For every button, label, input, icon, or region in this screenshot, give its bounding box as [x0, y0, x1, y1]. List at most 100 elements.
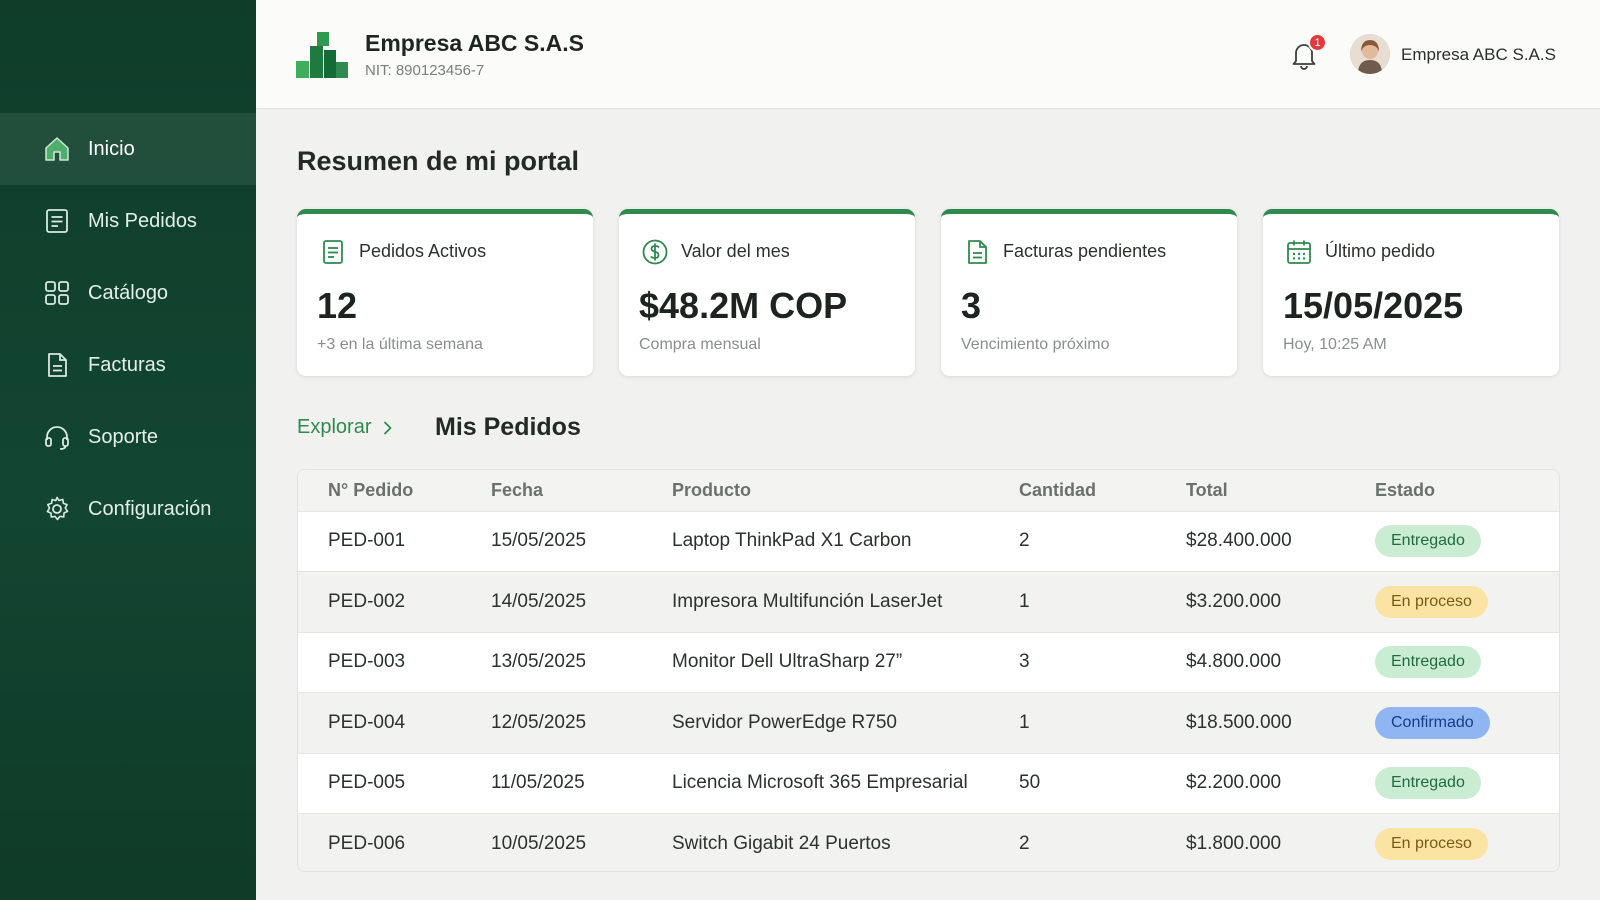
order-id: PED-003: [328, 651, 406, 673]
notification-badge: 1: [1308, 33, 1327, 52]
grid-icon: [43, 279, 71, 307]
order-date: 15/05/2025: [491, 530, 587, 552]
order-quantity: 1: [1019, 590, 1030, 612]
order-id: PED-004: [328, 711, 406, 733]
table-row[interactable]: PED-004 12/05/2025 Servidor PowerEdge R7…: [298, 692, 1559, 753]
sidebar: Inicio Mis Pedidos Catálogo Facturas Sop…: [0, 0, 256, 900]
section-title: Mis Pedidos: [435, 413, 581, 441]
column-header[interactable]: Estado: [1375, 470, 1559, 511]
order-date: 11/05/2025: [491, 772, 585, 794]
order-id: PED-002: [328, 590, 406, 612]
order-product: Switch Gigabit 24 Puertos: [672, 833, 891, 854]
status-badge: Confirmado: [1375, 706, 1490, 739]
order-id: PED-001: [328, 530, 406, 552]
card-label: Valor del mes: [681, 241, 790, 261]
calendar-icon: [1287, 240, 1311, 264]
card-label: Pedidos Activos: [359, 241, 487, 261]
column-header[interactable]: N° Pedido: [298, 470, 491, 511]
avatar[interactable]: [1350, 34, 1390, 74]
sidebar-item-label: Soporte: [88, 425, 159, 448]
company-logo: [296, 32, 348, 78]
card-value: 15/05/2025: [1283, 285, 1464, 326]
dollar-circle-icon: [642, 239, 668, 265]
sidebar-item-mis-pedidos[interactable]: Mis Pedidos: [0, 185, 256, 257]
company-nit: NIT: 890123456-7: [365, 62, 485, 79]
card-ultimo-pedido: Último pedido 15/05/2025 Hoy, 10:25 AM: [1263, 209, 1559, 376]
sidebar-item-label: Mis Pedidos: [88, 209, 197, 232]
order-product: Licencia Microsoft 365 Empresarial: [672, 772, 968, 794]
order-total: $18.500.000: [1186, 711, 1292, 733]
column-header[interactable]: Total: [1186, 470, 1375, 511]
order-product: Laptop ThinkPad X1 Carbon: [672, 530, 912, 552]
sidebar-item-label: Catálogo: [88, 281, 169, 304]
order-quantity: 3: [1019, 651, 1030, 673]
table-row[interactable]: PED-005 11/05/2025 Licencia Microsoft 36…: [298, 753, 1559, 814]
orders-table: N° Pedido Fecha Producto Cantidad Total …: [297, 469, 1560, 872]
card-facturas-pendientes: Facturas pendientes 3 Vencimiento próxim…: [941, 209, 1237, 376]
order-id: PED-005: [328, 772, 406, 794]
card-value: 3: [961, 285, 982, 326]
home-icon: [43, 135, 71, 163]
sidebar-item-catalogo[interactable]: Catálogo: [0, 257, 256, 329]
headset-icon: [43, 423, 71, 451]
table-row[interactable]: PED-003 13/05/2025 Monitor Dell UltraSha…: [298, 632, 1559, 693]
order-product: Monitor Dell UltraSharp 27”: [672, 651, 903, 673]
sidebar-item-facturas[interactable]: Facturas: [0, 329, 256, 401]
user-name[interactable]: Empresa ABC S.A.S: [1401, 45, 1556, 65]
sidebar-item-label: Inicio: [88, 137, 135, 160]
status-badge: Entregado: [1375, 525, 1481, 558]
card-value: 12: [317, 285, 358, 326]
order-date: 12/05/2025: [491, 711, 587, 733]
explorar-label: Explorar: [297, 416, 372, 438]
status-badge: Entregado: [1375, 646, 1481, 679]
sidebar-item-label: Configuración: [88, 497, 212, 520]
column-header[interactable]: Cantidad: [1019, 470, 1186, 511]
order-id: PED-006: [328, 833, 406, 854]
invoice-icon: [968, 240, 987, 264]
card-value: $48.2M COP: [639, 285, 848, 326]
column-header[interactable]: Fecha: [491, 470, 672, 511]
order-quantity: 2: [1019, 833, 1030, 854]
card-subtext: +3 en la última semana: [317, 336, 483, 353]
table-row[interactable]: PED-006 10/05/2025 Switch Gigabit 24 Pue…: [298, 813, 1559, 871]
page-title: Resumen de mi portal: [297, 146, 580, 176]
top-header: Empresa ABC S.A.S NIT: 890123456-7 1 Emp…: [256, 0, 1600, 109]
order-total: $2.200.000: [1186, 772, 1282, 794]
gear-icon: [43, 495, 71, 523]
document-list-icon: [43, 207, 71, 235]
status-badge: En proceso: [1375, 828, 1488, 860]
company-name: Empresa ABC S.A.S: [365, 30, 584, 56]
table-row[interactable]: PED-002 14/05/2025 Impresora Multifunció…: [298, 571, 1559, 632]
document-icon: [323, 240, 343, 264]
sidebar-nav: Inicio Mis Pedidos Catálogo Facturas Sop…: [0, 113, 256, 545]
table-row[interactable]: PED-001 15/05/2025 Laptop ThinkPad X1 Ca…: [298, 511, 1559, 572]
column-header[interactable]: Producto: [672, 470, 1019, 511]
order-quantity: 1: [1019, 711, 1030, 733]
card-valor-del-mes: Valor del mes $48.2M COP Compra mensual: [619, 209, 915, 376]
order-product: Servidor PowerEdge R750: [672, 711, 897, 733]
order-date: 10/05/2025: [491, 833, 587, 854]
order-total: $1.800.000: [1186, 833, 1282, 854]
sidebar-item-soporte[interactable]: Soporte: [0, 401, 256, 473]
status-badge: Entregado: [1375, 767, 1481, 800]
order-total: $3.200.000: [1186, 590, 1282, 612]
card-subtext: Compra mensual: [639, 336, 761, 353]
chevron-right-icon: [384, 421, 392, 434]
order-product: Impresora Multifunción LaserJet: [672, 590, 943, 612]
sidebar-item-label: Facturas: [88, 353, 166, 376]
table-header-row: N° Pedido Fecha Producto Cantidad Total …: [298, 470, 1559, 511]
card-subtext: Vencimiento próximo: [961, 336, 1110, 353]
invoice-icon: [43, 351, 71, 379]
order-quantity: 50: [1019, 772, 1041, 794]
sidebar-item-configuracion[interactable]: Configuración: [0, 473, 256, 545]
order-date: 13/05/2025: [491, 651, 587, 673]
status-badge: En proceso: [1375, 585, 1488, 618]
card-pedidos-activos: Pedidos Activos 12 +3 en la última seman…: [297, 209, 593, 376]
explorar-link[interactable]: Explorar: [297, 416, 395, 439]
card-label: Último pedido: [1325, 241, 1436, 261]
order-date: 14/05/2025: [491, 590, 587, 612]
sidebar-item-inicio[interactable]: Inicio: [0, 113, 256, 185]
card-label: Facturas pendientes: [1003, 241, 1167, 261]
order-total: $28.400.000: [1186, 530, 1292, 552]
order-quantity: 2: [1019, 530, 1030, 552]
